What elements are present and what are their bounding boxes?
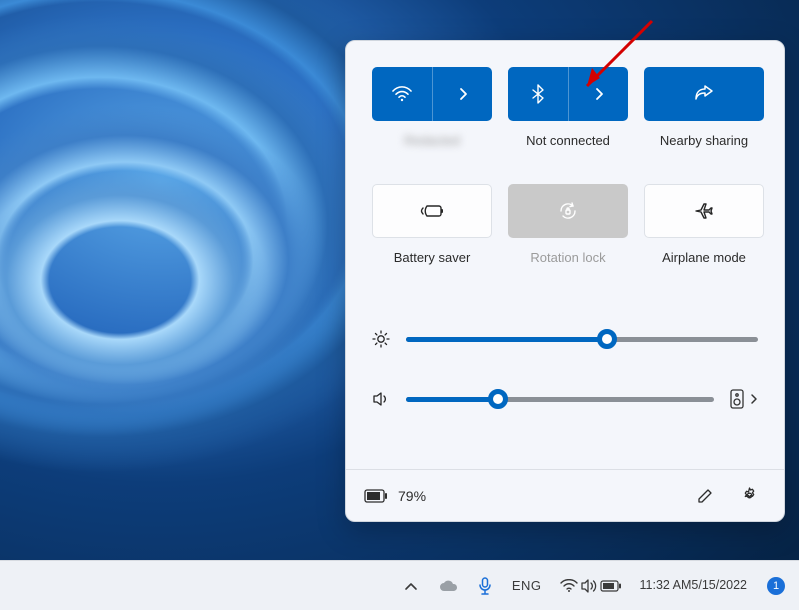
clock-time: 11:32 AM	[640, 578, 692, 593]
bluetooth-toggle[interactable]	[508, 67, 568, 121]
brightness-slider-thumb[interactable]	[597, 329, 617, 349]
battery-saver-tile[interactable]	[372, 184, 492, 238]
wifi-tile[interactable]	[372, 67, 492, 121]
pencil-icon	[697, 488, 713, 504]
airplane-mode-tile[interactable]	[644, 184, 764, 238]
audio-output-icon[interactable]	[730, 389, 744, 409]
bluetooth-label: Not connected	[526, 133, 610, 148]
volume-slider[interactable]	[406, 397, 714, 402]
rotation-lock-tile	[508, 184, 628, 238]
brightness-icon	[372, 330, 390, 348]
edit-quick-settings-button[interactable]	[688, 479, 722, 513]
bluetooth-expand[interactable]	[568, 67, 628, 121]
rotation-lock-label: Rotation lock	[530, 250, 605, 265]
tray-system-icons[interactable]	[556, 566, 626, 606]
tray-overflow-button[interactable]	[398, 566, 424, 606]
tray-language[interactable]: ENG	[506, 566, 548, 606]
notification-center-button[interactable]: 1	[761, 566, 791, 606]
battery-saver-icon	[420, 203, 444, 219]
notification-badge: 1	[767, 577, 785, 595]
battery-saver-label: Battery saver	[394, 250, 471, 265]
taskbar: ENG 11:32 AM 5/15/2022 1	[0, 560, 799, 610]
tray-clock[interactable]: 11:32 AM 5/15/2022	[634, 566, 754, 606]
gear-icon	[741, 487, 758, 504]
clock-date: 5/15/2022	[691, 578, 747, 593]
quick-settings-panel: Redacted Not connected	[345, 40, 785, 522]
volume-icon	[580, 578, 598, 594]
nearby-sharing-tile[interactable]	[644, 67, 764, 121]
airplane-icon	[694, 201, 714, 221]
volume-slider-row	[372, 369, 758, 429]
wifi-toggle[interactable]	[372, 67, 432, 121]
chevron-up-icon	[404, 581, 418, 591]
cloud-icon	[438, 579, 458, 593]
tray-microphone[interactable]	[472, 566, 498, 606]
microphone-icon	[478, 577, 492, 595]
battery-percent: 79%	[398, 488, 426, 504]
rotation-lock-icon	[558, 201, 578, 221]
brightness-slider-row	[372, 309, 758, 369]
brightness-slider[interactable]	[406, 337, 758, 342]
wifi-icon	[560, 579, 578, 593]
wifi-expand[interactable]	[432, 67, 492, 121]
chevron-right-icon	[594, 87, 604, 101]
bluetooth-tile[interactable]	[508, 67, 628, 121]
bluetooth-icon	[532, 84, 544, 104]
chevron-right-icon	[458, 87, 468, 101]
nearby-sharing-label: Nearby sharing	[660, 133, 748, 148]
airplane-mode-label: Airplane mode	[662, 250, 746, 265]
battery-icon[interactable]	[364, 489, 388, 503]
wifi-icon	[392, 86, 412, 102]
volume-icon	[372, 390, 390, 408]
volume-slider-thumb[interactable]	[488, 389, 508, 409]
settings-button[interactable]	[732, 479, 766, 513]
share-icon	[694, 85, 714, 103]
chevron-right-icon[interactable]	[750, 393, 758, 405]
wifi-label: Redacted	[404, 133, 460, 148]
panel-footer: 79%	[346, 469, 784, 521]
tray-onedrive[interactable]	[432, 566, 464, 606]
battery-icon	[600, 580, 622, 592]
